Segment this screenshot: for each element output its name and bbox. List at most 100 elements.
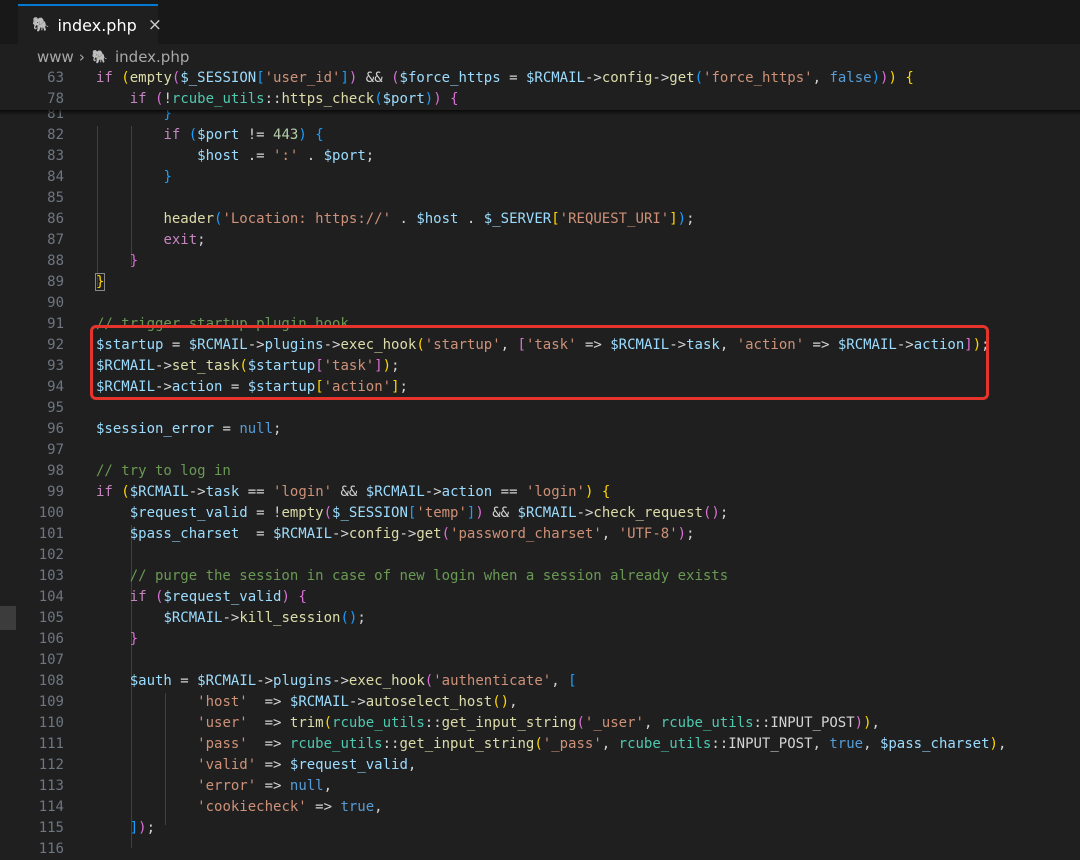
code-line[interactable]: 100 $request_valid = !empty($_SESSION['t… xyxy=(0,503,1080,524)
code-token: $RCMAIL xyxy=(365,484,425,500)
code-token: ) xyxy=(677,211,687,227)
code-line[interactable]: 96 $session_error = null; xyxy=(0,419,1080,440)
breadcrumb-folder[interactable]: www xyxy=(37,48,74,66)
code-token: kill_session xyxy=(239,610,341,626)
close-icon[interactable]: × xyxy=(148,15,162,35)
code-token: , xyxy=(997,736,1007,752)
code-token: -> xyxy=(652,70,670,86)
code-line[interactable]: 114 'cookiecheck' => true, xyxy=(0,797,1080,818)
code-token: $_SERVER xyxy=(483,211,552,227)
code-line[interactable]: 99 if ($RCMAIL->task == 'login' && $RCMAI… xyxy=(0,482,1080,503)
line-number: 116 xyxy=(38,841,64,857)
code-token: $host xyxy=(197,148,240,164)
code-line[interactable]: 111 'pass' => rcube_utils::get_input_str… xyxy=(0,734,1080,755)
code-line[interactable]: 109 'host' => $RCMAIL->autoselect_host()… xyxy=(0,692,1080,713)
code-line[interactable]: 115 ]); xyxy=(0,818,1080,839)
code-token: ( xyxy=(391,70,400,86)
code-token: $force_https xyxy=(399,70,501,86)
scroll-indicator xyxy=(0,606,16,630)
sticky-scroll-line[interactable]: 78 if (!rcube_utils::https_check($port))… xyxy=(0,89,1080,110)
line-number: 101 xyxy=(38,526,64,542)
line-code: if ($RCMAIL->task == 'login' && $RCMAIL-… xyxy=(96,482,610,503)
code-token: , xyxy=(551,673,569,689)
line-number: 87 xyxy=(47,232,64,248)
code-line[interactable]: 102 xyxy=(0,545,1080,566)
code-line[interactable]: 97 xyxy=(0,440,1080,461)
code-line[interactable]: 83 $host .= ':' . $port; xyxy=(0,146,1080,167)
code-token: if xyxy=(96,484,113,500)
code-token: false xyxy=(829,70,872,86)
code-line[interactable]: 85 xyxy=(0,188,1080,209)
code-line[interactable]: 105 $RCMAIL->kill_session(); xyxy=(0,608,1080,629)
code-line[interactable]: 86 header('Location: https://' . $host .… xyxy=(0,209,1080,230)
code-token: ( xyxy=(424,673,434,689)
code-line[interactable]: 107 xyxy=(0,650,1080,671)
tab-index-php[interactable]: 🐘 index.php × xyxy=(18,4,162,44)
code-token: action xyxy=(441,484,493,500)
code-token: ; xyxy=(365,148,375,164)
breadcrumb: www › 🐘 index.php xyxy=(37,46,189,68)
code-token: ) xyxy=(281,589,290,605)
line-number: 109 xyxy=(38,694,64,710)
code-line[interactable]: 95 xyxy=(0,398,1080,419)
code-token: -> xyxy=(188,484,206,500)
code-line[interactable]: 108 $auth = $RCMAIL->plugins->exec_hook(… xyxy=(0,671,1080,692)
code-line[interactable]: 106 } xyxy=(0,629,1080,650)
breadcrumb-file[interactable]: index.php xyxy=(115,48,189,66)
line-code: $session_error = null; xyxy=(96,419,281,440)
code-line[interactable]: 87 exit; xyxy=(0,230,1080,251)
code-token: . xyxy=(458,211,484,227)
line-code: 'valid' => $request_valid, xyxy=(96,755,416,776)
code-line[interactable]: 90 xyxy=(0,293,1080,314)
code-token: 'error' xyxy=(197,778,257,794)
line-number: 112 xyxy=(38,757,64,773)
code-token: autoselect_host xyxy=(365,694,493,710)
code-line[interactable]: 112 'valid' => $request_valid, xyxy=(0,755,1080,776)
code-line[interactable]: 89} xyxy=(0,272,1080,293)
line-number: 108 xyxy=(38,673,64,689)
code-token: => xyxy=(256,757,290,773)
code-token: ] xyxy=(129,820,139,836)
line-number: 103 xyxy=(38,568,64,584)
line-number: 100 xyxy=(38,505,64,521)
code-token: ::INPUT_POST xyxy=(753,715,855,731)
code-line[interactable]: 104 if ($request_valid) { xyxy=(0,587,1080,608)
code-token: 'UTF-8' xyxy=(618,526,678,542)
line-code: $request_valid = !empty($_SESSION['temp'… xyxy=(96,503,729,524)
code-line[interactable]: 101 $pass_charset = $RCMAIL->config->get… xyxy=(0,524,1080,545)
code-token: -> xyxy=(584,70,602,86)
line-number: 102 xyxy=(38,547,64,563)
code-token: , xyxy=(863,736,880,752)
code-token: ) xyxy=(888,70,897,86)
code-token: config xyxy=(348,526,400,542)
sticky-scroll-line[interactable]: 63 if (empty($_SESSION['user_id']) && ($f… xyxy=(0,68,1080,89)
code-line[interactable]: 110 'user' => trim(rcube_utils::get_inpu… xyxy=(0,713,1080,734)
code-line[interactable]: 84 } xyxy=(0,167,1080,188)
line-code: if ($request_valid) { xyxy=(96,587,307,608)
code-token: ) xyxy=(138,820,147,836)
code-line[interactable]: 88 } xyxy=(0,251,1080,272)
code-line[interactable]: 98 // try to log in xyxy=(0,461,1080,482)
code-token: , xyxy=(871,715,880,731)
tab-bar: 🐘 index.php × xyxy=(0,0,1080,44)
code-token: ( xyxy=(323,505,333,521)
code-token: . xyxy=(391,211,417,227)
line-code: // try to log in xyxy=(96,461,231,482)
line-code: $RCMAIL->kill_session(); xyxy=(96,608,365,629)
code-token: -> xyxy=(222,610,240,626)
code-line[interactable]: 113 'error' => null, xyxy=(0,776,1080,797)
line-code: if (!rcube_utils::https_check($port)) { xyxy=(96,89,459,110)
code-line[interactable]: 116 xyxy=(0,839,1080,860)
code-editor[interactable]: 63 if (empty($_SESSION['user_id']) && ($f… xyxy=(0,68,1080,857)
code-line[interactable]: 82 if ($port != 443) { xyxy=(0,125,1080,146)
code-line[interactable]: 103 // purge the session in case of new … xyxy=(0,566,1080,587)
code-token: ) xyxy=(433,91,442,107)
code-token: rcube_utils xyxy=(660,715,754,731)
line-number: 106 xyxy=(38,631,64,647)
